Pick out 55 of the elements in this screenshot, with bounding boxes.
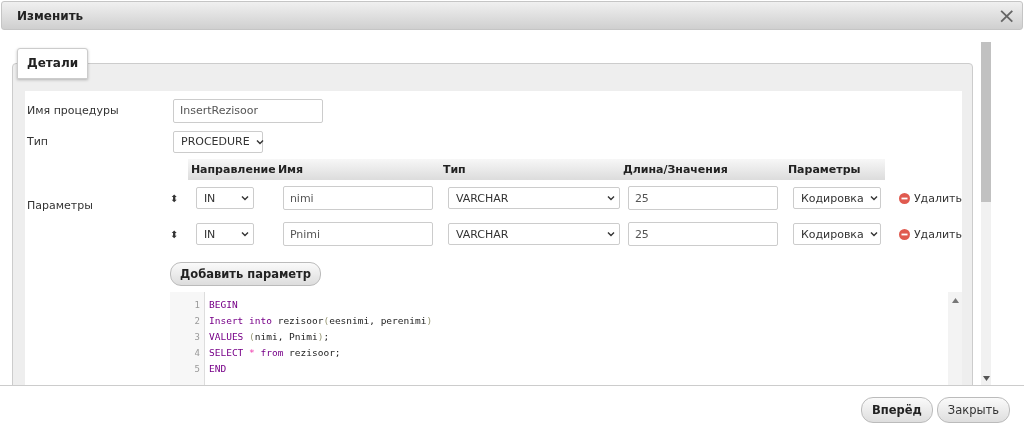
- name-field[interactable]: nimi: [282, 186, 433, 210]
- chevron-icon: [606, 231, 615, 237]
- chevron-icon: [255, 138, 264, 145]
- minus-circle-icon: [898, 192, 910, 204]
- direction-dropdown[interactable]: IN: [195, 187, 254, 209]
- length-field[interactable]: 25: [627, 186, 778, 210]
- chevron-icon: [606, 195, 615, 201]
- code-line: END: [209, 362, 228, 376]
- down-arrow-icon[interactable]: [982, 376, 990, 381]
- code-line: BEGIN: [209, 298, 239, 312]
- minus-circle-icon: [898, 228, 910, 240]
- column-header: Параметры: [784, 159, 885, 180]
- field-label: Тип: [27, 135, 50, 148]
- scrollbar-thumb[interactable]: [981, 42, 991, 202]
- drag-handle[interactable]: ⬍: [169, 180, 188, 216]
- chevron-icon: [240, 231, 249, 237]
- direction-dropdown[interactable]: IN: [195, 223, 254, 245]
- add-parameter-button[interactable]: Добавить параметр: [170, 262, 321, 286]
- length-field[interactable]: 25: [627, 222, 778, 246]
- delete-link[interactable]: Удалить: [892, 227, 962, 241]
- chevron-icon: [240, 195, 249, 201]
- code-line: SELECT * from rezisoor;: [209, 346, 342, 360]
- column-header: Имя: [274, 159, 440, 180]
- code-editor[interactable]: 1 2 3 4 5 BEGIN Insert into rezisoor(eesnimi, perenimi) VALUES (nimi, Pnimi); SELECT * from rezisoor; END: [170, 292, 962, 385]
- field-label: Имя процедуры: [27, 104, 120, 117]
- code-line: VALUES (nimi, Pnimi);: [209, 330, 331, 344]
- line-number: 1: [193, 299, 201, 312]
- line-number: 4: [193, 347, 201, 360]
- type-dropdown[interactable]: PROCEDURE: [173, 130, 263, 153]
- details-tab[interactable]: Детали: [17, 48, 89, 79]
- procedure-name-field[interactable]: InsertRezisoor: [173, 98, 323, 123]
- column-header: Длина/Значения: [619, 159, 785, 180]
- line-number: 2: [193, 315, 201, 328]
- code-line: Insert into rezisoor(eesnimi, perenimi): [209, 314, 434, 328]
- close-button[interactable]: ×: [997, 5, 1016, 26]
- field-label: Параметры: [27, 199, 94, 212]
- drag-handle[interactable]: ⬍: [169, 216, 188, 252]
- next-button[interactable]: Вперёд: [860, 397, 933, 423]
- chevron-icon: [869, 195, 878, 201]
- options-dropdown[interactable]: Кодировка: [792, 223, 881, 245]
- options-dropdown[interactable]: Кодировка: [792, 187, 881, 209]
- close-dialog-button[interactable]: Закрыть: [936, 397, 1010, 423]
- window-title: Изменить: [17, 8, 84, 23]
- type-dropdown[interactable]: VARCHAR: [447, 187, 620, 209]
- column-header: Тип: [439, 159, 620, 180]
- line-number: 5: [193, 363, 201, 376]
- line-number: 3: [193, 331, 201, 344]
- type-dropdown[interactable]: VARCHAR: [447, 223, 620, 245]
- chevron-icon: [869, 231, 878, 237]
- column-header: Направление: [187, 159, 275, 180]
- name-field[interactable]: Pnimi: [282, 222, 433, 246]
- editor-scrollbar[interactable]: [948, 292, 962, 385]
- delete-link[interactable]: Удалить: [892, 191, 962, 205]
- up-arrow-icon[interactable]: [951, 298, 959, 303]
- scrollbar[interactable]: [981, 42, 991, 385]
